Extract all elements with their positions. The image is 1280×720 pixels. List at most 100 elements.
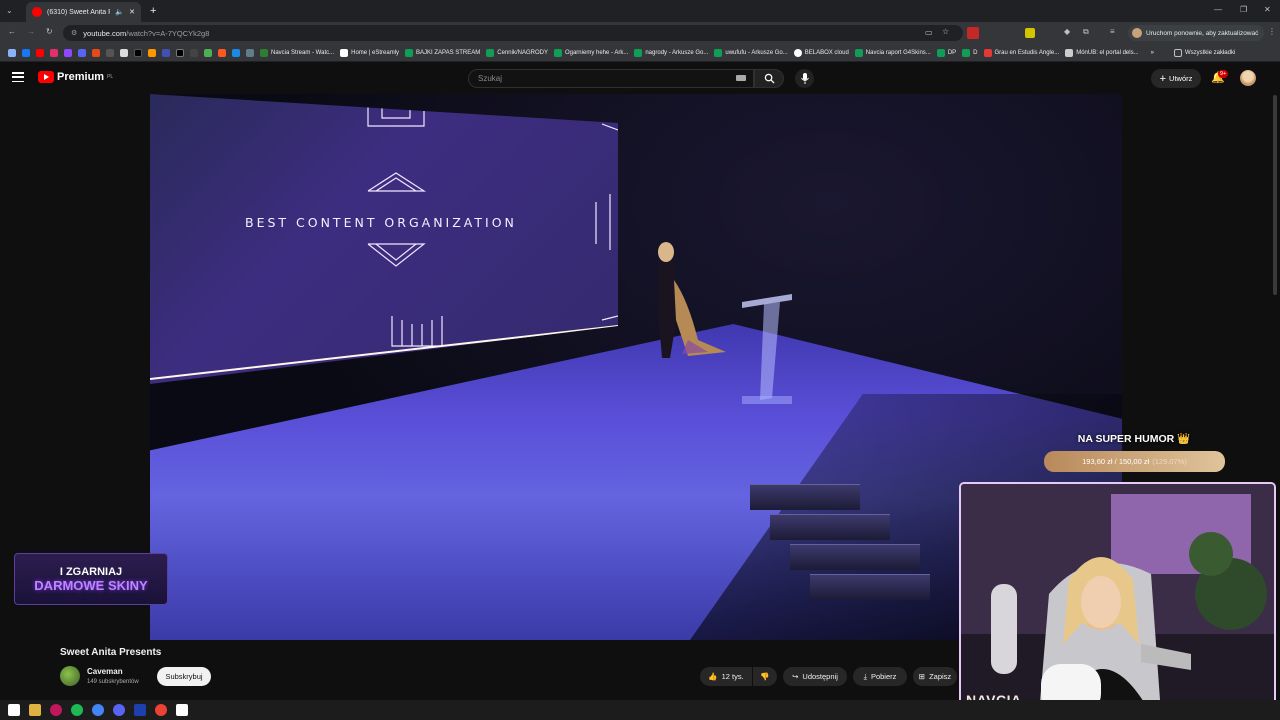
spotify-icon[interactable]	[71, 704, 83, 716]
bookmark-item[interactable]: D	[962, 48, 978, 57]
tab-search-icon[interactable]: ⌄	[6, 6, 13, 15]
browser-tab-strip	[0, 0, 1280, 22]
promo-banner: I ZGARNIAJ DARMOWE SKINY	[14, 553, 168, 605]
youtube-icon[interactable]	[36, 48, 44, 57]
discord-icon[interactable]	[78, 48, 86, 57]
restore-icon[interactable]: ❐	[1240, 5, 1247, 14]
windows-start-icon[interactable]	[8, 704, 20, 716]
share-button[interactable]: ↪ Udostępnij	[783, 667, 847, 686]
tab-close-icon[interactable]: ✕	[129, 8, 135, 16]
bookmark-icon[interactable]	[246, 48, 254, 57]
bookmark-icon[interactable]	[204, 48, 212, 57]
extension-icon[interactable]: ◆	[1064, 27, 1070, 36]
bookmark-item[interactable]: MónUB: el portal dels...	[1065, 48, 1139, 57]
search-input[interactable]: Szukaj	[468, 69, 754, 88]
profile-avatar	[1132, 28, 1142, 38]
bookmark-star-icon[interactable]: ☆	[942, 27, 949, 36]
chrome-profile-icon[interactable]	[155, 704, 167, 716]
bookmark-item[interactable]: uwufufu - Arkusze Go...	[714, 48, 788, 57]
bookmarks-bar: Navcia Stream - Watc... Home | eStreamly…	[0, 44, 1280, 62]
bookmark-item[interactable]: BAJKI ZAPAS STREAM	[405, 48, 480, 57]
bookmark-item[interactable]: BELABOX cloud	[793, 48, 849, 57]
channel-name[interactable]: Caveman	[87, 667, 123, 676]
streamer-webcam	[959, 482, 1276, 716]
bookmark-icon[interactable]	[232, 48, 240, 57]
download-button[interactable]: ⤓ Pobierz	[853, 667, 907, 686]
bookmark-icon[interactable]	[176, 48, 184, 57]
channel-avatar[interactable]	[60, 666, 80, 686]
reload-icon[interactable]: ↻	[46, 27, 53, 36]
tab-title: (6310) Sweet Anita Presents	[47, 8, 110, 16]
bookmark-item[interactable]: Home | eStreamly	[340, 48, 399, 57]
bookmark-item[interactable]: DP	[936, 48, 956, 57]
bookmark-icon[interactable]	[190, 48, 198, 57]
discord-icon[interactable]	[113, 704, 125, 716]
bookmark-item[interactable]: Navcia Stream - Watc...	[260, 48, 334, 57]
voice-search-button[interactable]	[795, 69, 814, 88]
subscribe-button[interactable]: Subskrybuj	[157, 667, 211, 686]
window-close-icon[interactable]: ✕	[1264, 5, 1271, 14]
youtube-premium-logo[interactable]: Premium PL	[38, 71, 113, 83]
keyboard-icon[interactable]	[736, 75, 746, 81]
save-button[interactable]: ⊞ Zapisz	[913, 667, 957, 686]
restart-to-update-button[interactable]: Uruchom ponownie, aby zaktualizować	[1128, 25, 1264, 41]
x-icon[interactable]	[120, 48, 128, 57]
bookmark-item[interactable]: Cennik/NAGRODY	[486, 48, 548, 57]
windows-taskbar	[0, 700, 1280, 720]
apps-grid-icon[interactable]	[8, 48, 16, 57]
site-info-icon[interactable]: ⚙	[71, 29, 77, 37]
back-icon[interactable]: ←	[8, 27, 16, 36]
like-button[interactable]: 👍 12 tys.	[700, 667, 752, 686]
dislike-button[interactable]: 👎	[753, 667, 777, 686]
menu-kebab-icon[interactable]: ⋮	[1268, 27, 1276, 36]
glass-podium	[742, 294, 792, 404]
bookmarks-overflow-icon[interactable]: »	[1151, 50, 1154, 56]
bookmark-icon[interactable]	[92, 48, 100, 57]
channel-subscriber-count: 149 subskrybentów	[87, 679, 139, 685]
donation-percent: (129.07%)	[1152, 457, 1187, 466]
video-title: Sweet Anita Presents	[60, 647, 162, 658]
browser-tab-active[interactable]: (6310) Sweet Anita Presents 🔈 ✕	[26, 2, 141, 22]
create-button[interactable]: + Utwórz	[1151, 69, 1201, 88]
bookmark-icon[interactable]	[218, 48, 226, 57]
app-icon[interactable]	[176, 704, 188, 716]
extension-icon[interactable]	[1025, 28, 1035, 38]
thumbs-up-icon: 👍	[708, 672, 718, 681]
app-icon[interactable]	[134, 704, 146, 716]
bookmark-icon[interactable]	[162, 48, 170, 57]
all-bookmarks-folder[interactable]: Wszystkie zakładki	[1173, 48, 1235, 57]
bookmark-item[interactable]: Navcia raport G4Skins...	[854, 48, 931, 57]
file-explorer-icon[interactable]	[29, 704, 41, 716]
extension-icon[interactable]	[967, 27, 979, 39]
address-bar[interactable]: ⚙ youtube.com/watch?v=A-7YQCYk2g8	[63, 25, 963, 41]
page-scrollbar[interactable]	[1273, 95, 1277, 295]
instagram-icon[interactable]	[50, 48, 58, 57]
cast-icon[interactable]: ▭	[925, 28, 933, 37]
reading-list-icon[interactable]: ≡	[1110, 27, 1115, 36]
download-icon: ⤓	[863, 671, 867, 681]
chrome-icon[interactable]	[92, 704, 104, 716]
search-button[interactable]	[754, 69, 784, 88]
bookmark-icon[interactable]	[106, 48, 114, 57]
tiktok-icon[interactable]	[134, 48, 142, 57]
opera-icon[interactable]	[50, 704, 62, 716]
share-icon: ↪	[792, 672, 799, 681]
youtube-favicon-icon	[32, 7, 42, 17]
mute-icon[interactable]: 🔈	[115, 8, 124, 16]
webcam-scene	[961, 484, 1274, 714]
new-tab-button[interactable]: +	[150, 5, 156, 17]
speaker-figure	[658, 242, 726, 358]
bookmark-item[interactable]: Grau en Estudis Angle...	[983, 48, 1059, 57]
minimize-icon[interactable]: —	[1214, 5, 1222, 14]
extensions-puzzle-icon[interactable]: ⧉	[1083, 27, 1089, 37]
notification-count-badge: 9+	[1218, 70, 1229, 78]
menu-icon[interactable]	[12, 72, 24, 82]
forward-icon[interactable]: →	[27, 27, 35, 36]
twitch-icon[interactable]	[64, 48, 72, 57]
bookmark-icon[interactable]	[148, 48, 156, 57]
facebook-icon[interactable]	[22, 48, 30, 57]
donation-goal-bar: 193,60 zł / 150,00 zł (129.07%)	[1044, 451, 1225, 472]
bookmark-item[interactable]: Ogarniemy hehe - Ark...	[553, 48, 628, 57]
bookmark-item[interactable]: nagrody - Arkusze Go...	[634, 48, 708, 57]
account-avatar[interactable]	[1240, 70, 1256, 86]
